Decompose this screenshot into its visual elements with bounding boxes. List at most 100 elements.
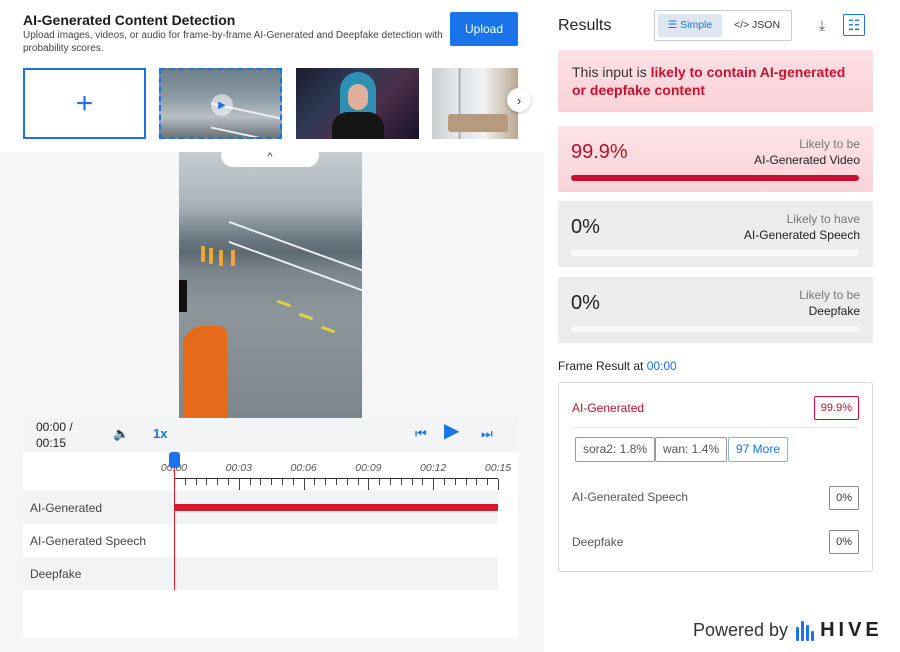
video-worker [219,250,223,266]
score-category: AI-Generated Speech [743,228,860,242]
view-toggle: ☰ Simple </> JSON [654,10,792,41]
timeline-tick [476,479,478,485]
frame-result-box: AI-Generated 99.9% sora2: 1.8% wan: 1.4%… [558,382,873,572]
track-bar-ai-generated [175,504,498,511]
video-arm [183,326,227,418]
timeline-tick [228,479,229,485]
frame-deepfake-value: 0% [829,530,859,554]
time-total: 00:15 [36,436,67,450]
timeline-label: 00:09 [355,462,382,474]
skip-forward-icon[interactable]: ⏭ [481,426,493,442]
frame-speech-value: 0% [829,486,859,510]
timeline-tick [195,479,197,485]
view-simple-label: Simple [680,19,713,31]
frame-title-prefix: Frame Result at [558,359,647,373]
player-controls: 00:00 / 00:15 🔈 1x ⏮ ▶ ⏭ [23,418,518,452]
speed-button[interactable]: 1x [153,426,167,442]
timeline-tick [454,479,456,485]
timeline-tick [336,479,337,485]
timeline-tick [433,479,435,490]
track-row-deepfake: Deepfake [23,557,498,590]
timeline-tick [184,479,186,485]
play-button[interactable]: ▶ [444,421,459,441]
timeline-tick [357,479,359,485]
track-label: Deepfake [30,566,82,581]
verdict-prefix: This input is [572,64,651,80]
timeline-tick [390,479,391,485]
track-label: AI-Generated Speech [30,533,147,548]
volume-icon[interactable]: 🔈 [113,426,129,442]
timeline-tick [400,479,402,485]
timeline-label: 00:06 [290,462,317,474]
frame-result-title: Frame Result at 00:00 [558,359,677,373]
frame-ai-label: AI-Generated [572,401,645,415]
score-bar-track [571,326,859,332]
timeline-label: 00:12 [420,462,447,474]
timeline-tick [282,479,283,485]
view-simple-tab[interactable]: ☰ Simple [658,14,722,37]
video-worker [231,250,235,266]
verdict-banner: This input is likely to contain AI-gener… [558,50,873,112]
timeline-tick [465,479,467,485]
more-models-button[interactable]: 97 More [728,437,789,462]
video-rail [229,220,362,360]
results-title: Results [558,17,612,34]
track-label: AI-Generated [30,500,103,515]
video-worker [209,248,213,264]
time-readout: 00:00 / 00:15 [36,419,86,451]
model-chip-wan: wan: 1.4% [655,437,728,462]
timeline-ruler[interactable] [174,478,499,490]
timeline-tick [260,479,262,485]
score-caption: Likely to be [799,137,860,151]
frame-speech-label: AI-Generated Speech [572,490,689,504]
add-media-button[interactable]: + [23,68,146,139]
left-panel: AI-Generated Content Detection Upload im… [0,0,544,652]
score-percent: 99.9% [571,141,628,163]
timeline-tick [422,479,424,485]
timeline-tick [325,479,327,485]
playhead-handle[interactable] [169,452,180,468]
view-json-tab[interactable]: </> JSON [725,14,789,37]
score-bar-track [571,175,859,181]
timeline-tick [314,479,316,485]
powered-by-text: Powered by [693,620,789,640]
hive-brand: HIVE [820,619,883,641]
timeline-tick [368,479,370,490]
download-icon[interactable]: ⤓ [811,14,833,36]
timeline-tick [217,479,219,485]
collapse-preview-button[interactable]: ^ [221,147,319,167]
timeline-tick [206,479,208,485]
track-row-ai-generated: AI-Generated [23,491,498,524]
playhead-line [174,452,175,590]
video-preview[interactable] [179,152,362,418]
upload-button[interactable]: Upload [450,12,518,46]
video-phone [179,280,187,312]
model-chip-sora2: sora2: 1.8% [575,437,656,462]
score-category: AI-Generated Video [754,153,860,167]
score-card-ai-video: 99.9% Likely to be AI-Generated Video [558,126,873,192]
gallery-next-button[interactable]: › [507,88,531,112]
skip-back-icon[interactable]: ⏮ [415,426,427,442]
timeline-panel: 00:00 / 00:15 🔈 1x ⏮ ▶ ⏭ 00:0000:0300:06… [23,418,518,638]
upload-header: AI-Generated Content Detection Upload im… [0,0,544,152]
score-card-deepfake: 0% Likely to be Deepfake [558,277,873,343]
checklist-icon[interactable]: ☷ [843,14,865,36]
frame-time-link[interactable]: 00:00 [647,359,677,373]
frame-deepfake-label: Deepfake [572,535,624,549]
thumbnail-interior[interactable] [432,68,518,139]
play-icon: ▶ [211,94,233,116]
thumbnail-ship-video[interactable]: ▶ [159,68,282,139]
timeline-tick [292,479,294,485]
score-caption: Likely to have [786,212,860,226]
timeline-tick [411,479,413,485]
score-card-ai-speech: 0% Likely to have AI-Generated Speech [558,201,873,267]
timeline-tick [303,479,305,490]
timeline-tick [346,479,348,485]
score-category: Deepfake [808,304,860,318]
frame-ai-value: 99.9% [813,396,859,420]
thumbnail-face [348,84,368,110]
video-worker [201,246,205,262]
thumbnail-portrait[interactable] [296,68,419,139]
timeline-tick [379,479,381,485]
powered-by: Powered by HIVE [693,619,883,642]
